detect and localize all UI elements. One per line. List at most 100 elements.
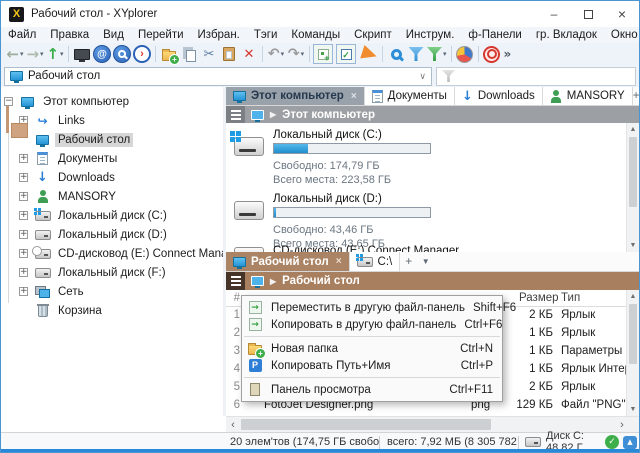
recent-locations-button[interactable] (112, 44, 132, 64)
drive-item-c[interactable]: Локальный диск (C:) Свободно: 174,79 ГБ … (226, 129, 625, 193)
minimize-button[interactable]: – (537, 1, 571, 27)
menu-file[interactable]: Файл (8, 29, 36, 41)
scroll-right-icon[interactable]: › (615, 417, 629, 432)
checkbox-selection-button[interactable]: ✓ (336, 44, 356, 64)
filter-box[interactable] (436, 67, 636, 86)
tree-expander[interactable]: + (19, 268, 28, 277)
tree-expander[interactable]: + (19, 287, 28, 296)
scrollbar-thumb[interactable] (629, 137, 637, 207)
undo-button[interactable]: ↶▾ (266, 44, 286, 64)
forward-button[interactable]: →▾ (25, 44, 45, 64)
tab-this-pc[interactable]: Этот компьютер × (226, 87, 365, 105)
tree-expander[interactable]: + (19, 192, 28, 201)
tab-desktop[interactable]: Рабочий стол × (226, 252, 350, 271)
folder-report-button[interactable] (455, 44, 475, 64)
bottom-pane-vertical-scrollbar[interactable]: ▲ ▼ (626, 290, 639, 416)
hotlist-button[interactable]: @ (92, 44, 112, 64)
tree-item-drive-d[interactable]: + Локальный диск (D:) (1, 225, 223, 244)
tree-item-documents[interactable]: + Документы (1, 149, 223, 168)
visual-filter-button[interactable]: ▾ (426, 44, 448, 64)
scroll-up-icon[interactable]: ▲ (627, 123, 639, 136)
new-tab-button[interactable]: + (400, 252, 417, 271)
tree-expander[interactable]: + (19, 249, 28, 258)
tree-item-links[interactable]: + ↪ Links (1, 111, 223, 130)
drive-item-d[interactable]: Локальный диск (D:) Свободно: 43,46 ГБ В… (226, 193, 625, 251)
menu-tags[interactable]: Тэги (254, 29, 278, 41)
filter-button[interactable] (406, 44, 426, 64)
delete-button[interactable]: ✕ (239, 44, 259, 64)
scroll-down-icon[interactable]: ▼ (627, 239, 639, 252)
tab-downloads[interactable]: ↓ Downloads (455, 87, 543, 105)
copy-button[interactable] (179, 44, 199, 64)
pane-menu-button[interactable] (226, 272, 245, 290)
maximize-button[interactable] (571, 1, 605, 27)
go-to-button[interactable]: › (132, 44, 152, 64)
column-header-number[interactable]: # (226, 292, 240, 304)
mini-tree-button[interactable] (313, 44, 333, 64)
tree-item-network[interactable]: + Сеть (1, 282, 223, 301)
breadcrumb-label[interactable]: Рабочий стол (282, 275, 360, 287)
menu-item-copy-to-other-pane[interactable]: → Копировать в другую файл-панель Ctrl+F… (242, 316, 502, 333)
cut-button[interactable]: ✂ (199, 44, 219, 64)
new-tab-button[interactable]: + (633, 87, 640, 105)
paste-button[interactable] (219, 44, 239, 64)
drive-item-e-clipped[interactable]: CD-дисковод (E:) Connect Manager (226, 245, 625, 252)
menu-item-new-folder[interactable]: Новая папка Ctrl+N (242, 340, 502, 357)
menu-item-move-to-other-pane[interactable]: → Переместить в другую файл-панель Shift… (242, 299, 502, 316)
tab-list-dropdown-icon[interactable]: ▼ (417, 252, 434, 271)
tab-mansory[interactable]: MANSORY (543, 87, 633, 105)
menu-go[interactable]: Перейти (138, 29, 184, 41)
tree-item-user[interactable]: + MANSORY (1, 187, 223, 206)
scrollbar-thumb[interactable] (241, 419, 491, 430)
scroll-down-icon[interactable]: ▼ (627, 403, 639, 416)
column-header-type[interactable]: Тип (561, 292, 580, 304)
address-input[interactable]: Рабочий стол (28, 70, 414, 82)
tree-item-downloads[interactable]: + ↓ Downloads (1, 168, 223, 187)
column-header-size[interactable]: Размер (519, 292, 559, 304)
new-folder-button[interactable] (159, 44, 179, 64)
find-files-button[interactable] (386, 44, 406, 64)
tree-expander[interactable]: + (19, 211, 28, 220)
menu-item-copy-path-name[interactable]: P Копировать Путь+Имя Ctrl+P (242, 357, 502, 374)
menu-tools[interactable]: Инструм. (406, 29, 455, 41)
tree-item-desktop[interactable]: Рабочий стол (1, 130, 223, 149)
tree-item-drive-f[interactable]: + Локальный диск (F:) (1, 263, 223, 282)
back-button[interactable]: ←▾ (5, 44, 25, 64)
ok-check-icon[interactable]: ✓ (605, 435, 619, 449)
pane-menu-button[interactable] (226, 106, 245, 123)
menu-panes[interactable]: ф-Панели (468, 29, 521, 41)
menu-tabsets[interactable]: гр. Вкладок (536, 29, 597, 41)
color-filter-button[interactable] (482, 44, 502, 64)
redo-button[interactable]: ↷▾ (286, 44, 306, 64)
menu-favorites[interactable]: Избран. (198, 29, 240, 41)
scroll-left-icon[interactable]: ‹ (226, 417, 240, 432)
toolbar-overflow-button[interactable]: » (504, 47, 512, 61)
tree-item-recycle-bin[interactable]: Корзина (1, 301, 223, 320)
tab-close-icon[interactable]: × (336, 256, 342, 267)
up-button[interactable]: ↑▾ (45, 44, 65, 64)
tree-expander[interactable]: + (19, 173, 28, 182)
tree-expander[interactable]: + (19, 230, 28, 239)
tree-expander[interactable]: + (19, 154, 28, 163)
menu-item-preview-pane[interactable]: Панель просмотра Ctrl+F11 (242, 381, 502, 398)
panel-up-icon[interactable]: ▲ (623, 436, 637, 449)
menu-scripting[interactable]: Скрипт (354, 29, 392, 41)
type-stats-button[interactable] (359, 44, 379, 64)
tree-item-cd-drive-e[interactable]: + CD-дисковод (E:) Connect Manager (1, 244, 223, 263)
tab-documents[interactable]: Документы (365, 87, 455, 105)
top-pane-vertical-scrollbar[interactable]: ▲ ▼ (626, 123, 639, 252)
tree-expander[interactable]: − (4, 97, 13, 106)
menu-commands[interactable]: Команды (291, 29, 340, 41)
scroll-up-icon[interactable]: ▲ (627, 290, 639, 303)
breadcrumb-label[interactable]: Этот компьютер (282, 109, 375, 121)
tab-close-icon[interactable]: × (351, 91, 357, 102)
address-bar[interactable]: Рабочий стол ∨ (4, 67, 432, 86)
tree-item-drive-c[interactable]: + Локальный диск (C:) (1, 206, 223, 225)
desktop-button[interactable] (72, 44, 92, 64)
address-dropdown-icon[interactable]: ∨ (419, 71, 426, 82)
menu-edit[interactable]: Правка (50, 29, 89, 41)
menu-view[interactable]: Вид (103, 29, 124, 41)
scrollbar-thumb[interactable] (629, 304, 637, 364)
close-button[interactable]: × (605, 1, 639, 27)
menu-window[interactable]: Окно (611, 29, 638, 41)
